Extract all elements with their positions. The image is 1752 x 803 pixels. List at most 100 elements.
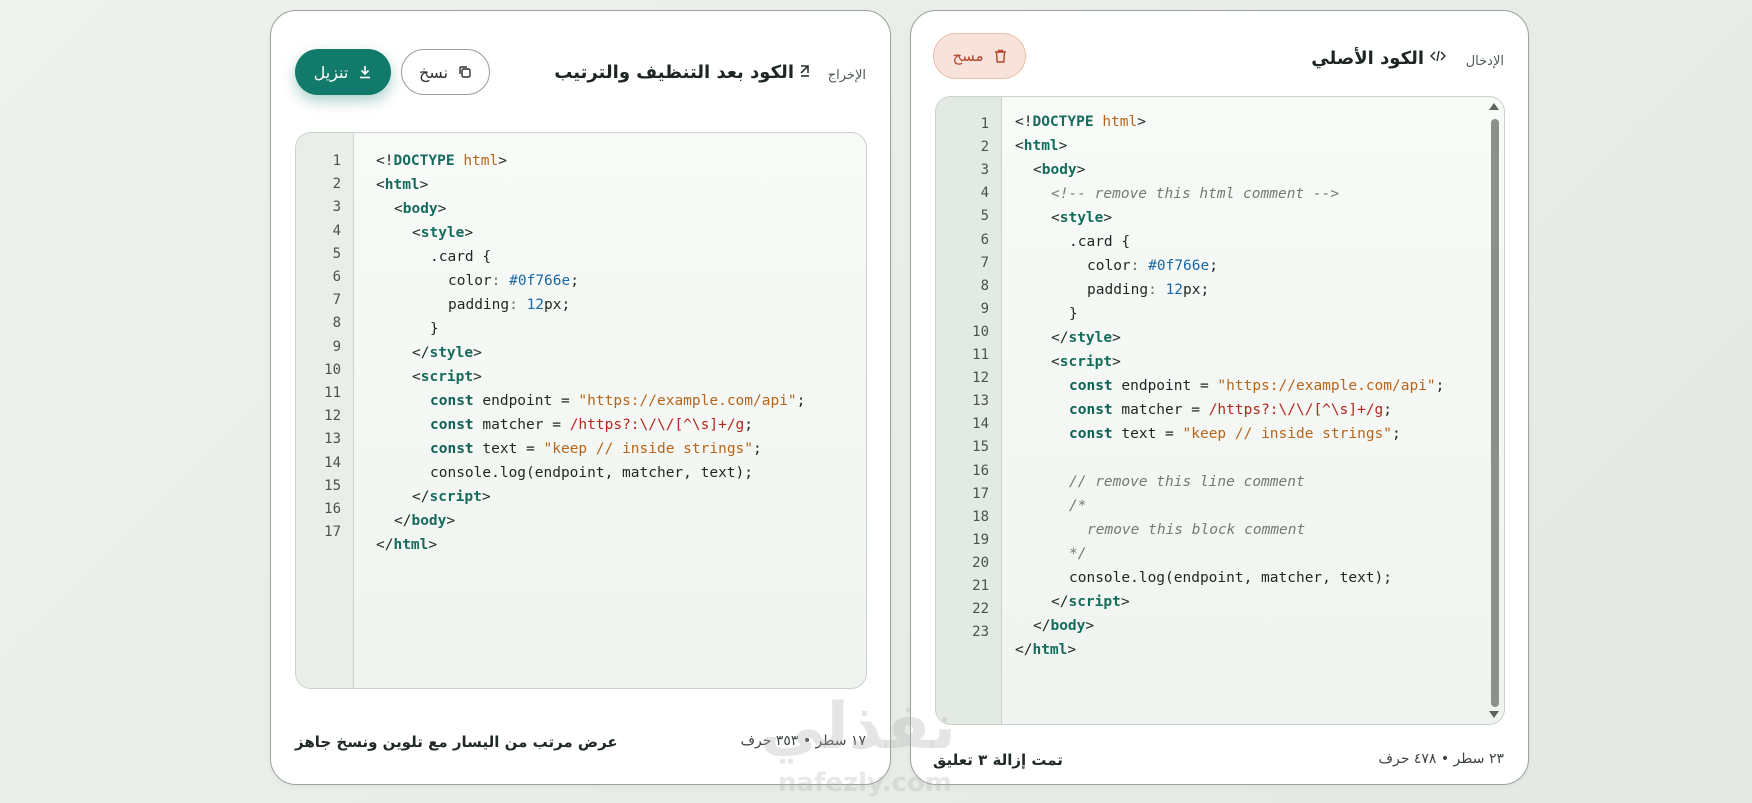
line-number: 21 <box>972 578 989 594</box>
code-line: <script> <box>412 369 482 385</box>
line-number: 18 <box>972 508 989 525</box>
input-footer-note: تمت إزالة ٣ تعليق <box>933 751 1063 769</box>
code-line: } <box>1069 306 1078 322</box>
output-footer-note: عرض مرتب من اليسار مع تلوين ونسخ جاهز <box>295 733 618 751</box>
input-panel: الإدخال الكود الأصلي مسح 1 2 3 4 5 6 7 8 9 10 11 12… <box>910 10 1529 785</box>
code-line: <!DOCTYPE html> <box>376 153 507 169</box>
code-line: <!DOCTYPE html> <box>1015 114 1146 130</box>
code-line: color: #0f766e; <box>448 273 579 289</box>
line-number: 16 <box>324 501 341 517</box>
line-number: 5 <box>332 245 341 262</box>
line-number: 23 <box>972 624 989 641</box>
code-line: console.log(endpoint, matcher, text); <box>1069 570 1393 586</box>
output-panel-header: الإخراج الكود بعد التنظيف والترتيب نسخ ت… <box>271 11 890 121</box>
code-line: } <box>430 321 439 337</box>
code-line: */ <box>1069 546 1087 562</box>
line-number: 6 <box>980 231 989 248</box>
line-number: 8 <box>332 315 341 332</box>
line-number: 16 <box>972 462 989 479</box>
line-number: 15 <box>972 439 989 456</box>
line-number: 7 <box>980 254 989 271</box>
code-line: </body> <box>394 513 456 529</box>
code-line: </style> <box>412 345 482 361</box>
code-line: /* <box>1069 498 1087 514</box>
line-number: 7 <box>332 292 341 309</box>
scroll-down-arrow-icon[interactable] <box>1489 711 1499 718</box>
code-line: <script> <box>1051 354 1121 370</box>
copy-icon <box>458 65 472 79</box>
output-panel: الإخراج الكود بعد التنظيف والترتيب نسخ ت… <box>270 10 891 785</box>
output-arrow-icon <box>798 64 812 82</box>
output-code-viewer[interactable]: 1 2 3 4 5 6 7 8 9 10 11 12 13 14 15 16 17 <!DOCTYPE html… <box>295 132 867 689</box>
copy-label: نسخ <box>418 62 449 82</box>
line-number: 11 <box>972 347 989 363</box>
code-line: // remove this line comment <box>1069 474 1305 490</box>
line-number: 9 <box>980 300 989 317</box>
line-number: 17 <box>324 524 341 541</box>
trash-icon <box>994 49 1007 63</box>
line-number: 3 <box>980 162 989 179</box>
code-line: </script> <box>412 489 491 505</box>
code-line: const matcher = /https?:\/\/[^\s]+/g; <box>1069 402 1393 418</box>
code-line: </html> <box>376 537 438 553</box>
scroll-thumb[interactable] <box>1491 119 1499 707</box>
line-number: 13 <box>324 431 341 448</box>
line-number-gutter: 1 2 3 4 5 6 7 8 9 10 11 12 13 14 15 16 17 <box>296 133 354 688</box>
code-line: <html> <box>1015 138 1068 154</box>
code-line: const text = "keep // inside strings"; <box>430 441 762 457</box>
line-number: 1 <box>332 153 341 169</box>
copy-button[interactable]: نسخ <box>401 49 490 95</box>
line-number: 22 <box>972 601 989 618</box>
code-line: <style> <box>412 225 474 241</box>
code-line: </style> <box>1051 330 1121 346</box>
line-number: 12 <box>972 370 989 387</box>
input-tag: الإدخال <box>1465 54 1504 69</box>
line-number: 19 <box>972 531 989 548</box>
input-stats: ٢٣ سطر • ٤٧٨ حرف <box>1378 751 1504 767</box>
code-line: padding: 12px; <box>1087 282 1210 298</box>
code-line: .card { <box>1069 234 1131 250</box>
clear-label: مسح <box>952 47 984 65</box>
line-number: 2 <box>332 176 341 193</box>
line-number: 13 <box>972 393 989 410</box>
scroll-up-arrow-icon[interactable] <box>1489 103 1499 110</box>
input-code-editor[interactable]: 1 2 3 4 5 6 7 8 9 10 11 12 13 14 15 16 17 18 19 20 21 22 23 <!… <box>935 96 1505 725</box>
line-number: 20 <box>972 554 989 571</box>
code-line: remove this block comment <box>1087 522 1306 538</box>
input-title: الكود الأصلي <box>1311 48 1424 69</box>
line-number: 11 <box>324 385 341 401</box>
download-button[interactable]: تنزيل <box>295 49 391 95</box>
line-number: 4 <box>980 185 989 202</box>
code-line: <!-- remove this html comment --> <box>1051 186 1340 202</box>
code-line: padding: 12px; <box>448 297 571 313</box>
code-line: color: #0f766e; <box>1087 258 1218 274</box>
line-number: 4 <box>332 222 341 239</box>
code-line: <html> <box>376 177 429 193</box>
line-number: 5 <box>980 208 989 225</box>
code-line: <body> <box>394 201 447 217</box>
line-number: 8 <box>980 277 989 294</box>
line-number: 2 <box>980 139 989 156</box>
code-line: </body> <box>1033 618 1095 634</box>
download-icon <box>358 65 372 79</box>
code-line: const endpoint = "https://example.com/ap… <box>1069 378 1445 394</box>
clear-button[interactable]: مسح <box>933 33 1026 79</box>
line-number: 3 <box>332 199 341 216</box>
line-number: 15 <box>324 477 341 494</box>
code-line: </script> <box>1051 594 1130 610</box>
line-number: 10 <box>972 323 989 340</box>
line-number: 10 <box>324 361 341 378</box>
output-tag: الإخراج <box>827 68 866 83</box>
line-number: 9 <box>332 338 341 355</box>
line-number: 14 <box>324 454 341 471</box>
line-number: 6 <box>332 269 341 285</box>
editor-scrollbar[interactable] <box>1489 101 1502 720</box>
code-line: const text = "keep // inside strings"; <box>1069 426 1401 442</box>
code-line: const matcher = /https?:\/\/[^\s]+/g; <box>430 417 754 433</box>
line-number-gutter: 1 2 3 4 5 6 7 8 9 10 11 12 13 14 15 16 17 18 19 20 21 22 23 <box>936 97 1002 724</box>
output-title: الكود بعد التنظيف والترتيب <box>554 62 794 83</box>
code-line: </html> <box>1015 642 1077 658</box>
code-line: <style> <box>1051 210 1113 226</box>
code-line: const endpoint = "https://example.com/ap… <box>430 393 806 409</box>
line-number: 14 <box>972 416 989 433</box>
